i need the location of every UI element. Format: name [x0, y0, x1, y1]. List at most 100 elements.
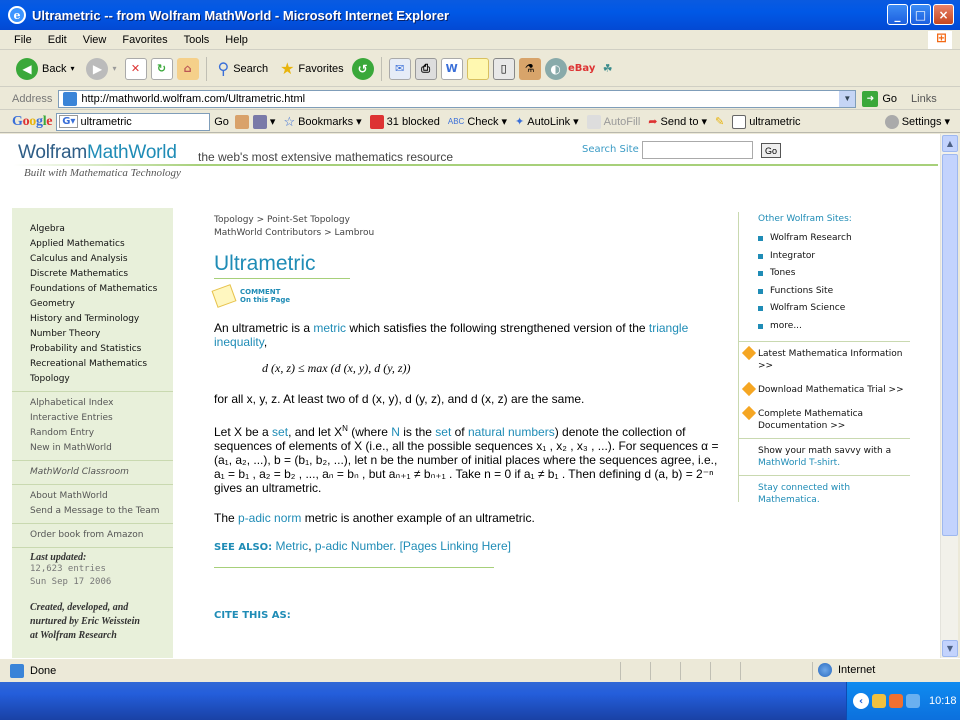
- nav-algebra[interactable]: Algebra: [30, 222, 173, 237]
- highlight-button[interactable]: ✎: [715, 115, 724, 128]
- see-also-metric-link[interactable]: Metric: [276, 539, 309, 553]
- clock[interactable]: 10:18: [929, 695, 957, 707]
- back-button[interactable]: ◀ Back ▾: [12, 56, 78, 82]
- popup-blocker-button[interactable]: 31 blocked: [369, 114, 440, 129]
- nav-send-message[interactable]: Send a Message to the Team: [30, 504, 173, 519]
- nav-classroom[interactable]: MathWorld Classroom: [30, 465, 173, 480]
- dropdown-arrow-icon[interactable]: ▾: [70, 64, 74, 73]
- news-button[interactable]: [234, 114, 249, 129]
- buddy-icon[interactable]: ☘: [597, 58, 619, 80]
- research-icon[interactable]: ⚗: [518, 57, 541, 80]
- scroll-thumb[interactable]: [942, 154, 958, 536]
- menu-file[interactable]: File: [6, 34, 40, 46]
- set-link[interactable]: set: [272, 425, 288, 439]
- forward-button[interactable]: ▶ ▾: [82, 56, 120, 82]
- scroll-down-icon[interactable]: ▼: [942, 640, 958, 657]
- menu-tools[interactable]: Tools: [176, 34, 218, 46]
- pagerank-button[interactable]: ▾: [252, 114, 275, 129]
- natural-numbers-link[interactable]: natural numbers: [468, 425, 555, 439]
- mathworld-logo[interactable]: WolframMathWorld: [18, 142, 177, 164]
- menu-view[interactable]: View: [75, 34, 115, 46]
- go-button[interactable]: ➜ Go: [862, 90, 897, 107]
- send-to-button[interactable]: ➦ Send to ▾: [648, 115, 707, 129]
- minimize-button[interactable]: _: [887, 4, 908, 25]
- promo-stay-connected[interactable]: Stay connected with Mathematica.: [738, 475, 910, 512]
- address-dropdown-icon[interactable]: ▼: [839, 90, 856, 107]
- maximize-button[interactable]: □: [910, 4, 931, 25]
- mail-icon[interactable]: ✉: [388, 57, 411, 80]
- metric-link[interactable]: metric: [313, 321, 346, 335]
- scroll-up-icon[interactable]: ▲: [942, 135, 958, 152]
- see-also-padic-link[interactable]: p-adic Number: [315, 539, 393, 553]
- close-button[interactable]: ×: [933, 4, 954, 25]
- nav-new-in-mathworld[interactable]: New in MathWorld: [30, 441, 173, 456]
- spell-check-button[interactable]: ABC Check ▾: [448, 115, 507, 129]
- bookmarks-button[interactable]: ☆ Bookmarks ▾: [283, 114, 361, 130]
- network-tray-icon[interactable]: [906, 694, 920, 708]
- nav-order-book[interactable]: Order book from Amazon: [30, 528, 173, 543]
- google-query[interactable]: ultrametric: [80, 116, 131, 128]
- links-button[interactable]: Links: [911, 93, 937, 105]
- home-icon[interactable]: ⌂: [176, 57, 199, 80]
- nav-about[interactable]: About MathWorld: [30, 489, 173, 504]
- notes-icon[interactable]: [466, 57, 489, 80]
- stop-icon[interactable]: ✕: [124, 57, 147, 80]
- site-tones[interactable]: Tones: [738, 265, 910, 283]
- dropdown-arrow-icon[interactable]: ▾: [112, 64, 116, 73]
- google-g-icon[interactable]: G▾: [59, 115, 79, 128]
- comment-link[interactable]: COMMENT On this Page: [211, 284, 724, 308]
- address-input[interactable]: http://mathworld.wolfram.com/Ultrametric…: [58, 89, 857, 108]
- nav-random-entry[interactable]: Random Entry: [30, 426, 173, 441]
- breadcrumb-topology[interactable]: Topology > Point-Set Topology: [214, 214, 724, 227]
- breadcrumb-contributors[interactable]: MathWorld Contributors > Lambrou: [214, 227, 724, 240]
- autofill-button[interactable]: AutoFill: [586, 114, 640, 129]
- nav-alphabetical-index[interactable]: Alphabetical Index: [30, 396, 173, 411]
- nav-probability[interactable]: Probability and Statistics: [30, 342, 173, 357]
- edit-icon[interactable]: W: [440, 57, 463, 80]
- print-icon[interactable]: ⎙: [414, 57, 437, 80]
- promo-download-trial[interactable]: Download Mathematica Trial >>: [738, 378, 910, 402]
- nav-topology[interactable]: Topology: [30, 372, 173, 387]
- show-hidden-icons-icon[interactable]: ‹: [853, 693, 869, 709]
- site-search-input[interactable]: [642, 141, 753, 159]
- messenger-icon[interactable]: ▯: [492, 57, 515, 80]
- vertical-scrollbar[interactable]: ▲ ▼: [940, 134, 958, 658]
- google-logo[interactable]: Google: [12, 114, 53, 130]
- security-tray-icon[interactable]: [889, 694, 903, 708]
- menu-edit[interactable]: Edit: [40, 34, 75, 46]
- address-url[interactable]: http://mathworld.wolfram.com/Ultrametric…: [81, 93, 305, 105]
- refresh-icon[interactable]: ↻: [150, 57, 173, 80]
- nav-history[interactable]: History and Terminology: [30, 312, 173, 327]
- settings-button[interactable]: Settings ▾: [884, 114, 950, 129]
- site-search-go-button[interactable]: Go: [761, 143, 781, 158]
- site-wolfram-science[interactable]: Wolfram Science: [738, 300, 910, 318]
- autolink-button[interactable]: ✦ AutoLink ▾: [515, 115, 579, 129]
- google-go-button[interactable]: Go: [214, 116, 229, 128]
- nav-foundations[interactable]: Foundations of Mathematics: [30, 282, 173, 297]
- favorites-button[interactable]: ★ Favorites: [276, 57, 348, 81]
- menu-help[interactable]: Help: [217, 34, 256, 46]
- nav-interactive-entries[interactable]: Interactive Entries: [30, 411, 173, 426]
- google-search-input[interactable]: G▾ ultrametric: [56, 112, 211, 131]
- promo-documentation[interactable]: Complete Mathematica Documentation >>: [738, 402, 910, 438]
- padic-norm-link[interactable]: p-adic norm: [238, 511, 301, 525]
- search-term-button[interactable]: ultrametric: [732, 114, 801, 129]
- history-icon[interactable]: ↺: [351, 57, 374, 80]
- n-link[interactable]: N: [391, 425, 400, 439]
- nav-calculus[interactable]: Calculus and Analysis: [30, 252, 173, 267]
- set-link-2[interactable]: set: [435, 425, 451, 439]
- mail-tray-icon[interactable]: [872, 694, 886, 708]
- discuss-icon[interactable]: ◐: [544, 57, 567, 80]
- promo-tshirt[interactable]: Show your math savvy with a MathWorld T-…: [738, 438, 910, 475]
- nav-applied-math[interactable]: Applied Mathematics: [30, 237, 173, 252]
- site-integrator[interactable]: Integrator: [738, 248, 910, 266]
- ebay-icon[interactable]: eBay: [568, 58, 595, 80]
- search-button[interactable]: ⚲ Search: [214, 57, 273, 81]
- nav-geometry[interactable]: Geometry: [30, 297, 173, 312]
- promo-latest-mathematica[interactable]: Latest Mathematica Information >>: [738, 341, 910, 378]
- site-functions[interactable]: Functions Site: [738, 283, 910, 301]
- menu-favorites[interactable]: Favorites: [114, 34, 175, 46]
- nav-recreational[interactable]: Recreational Mathematics: [30, 357, 173, 372]
- site-more[interactable]: more...: [738, 318, 910, 336]
- pages-linking-link[interactable]: . [Pages Linking Here]: [393, 539, 511, 553]
